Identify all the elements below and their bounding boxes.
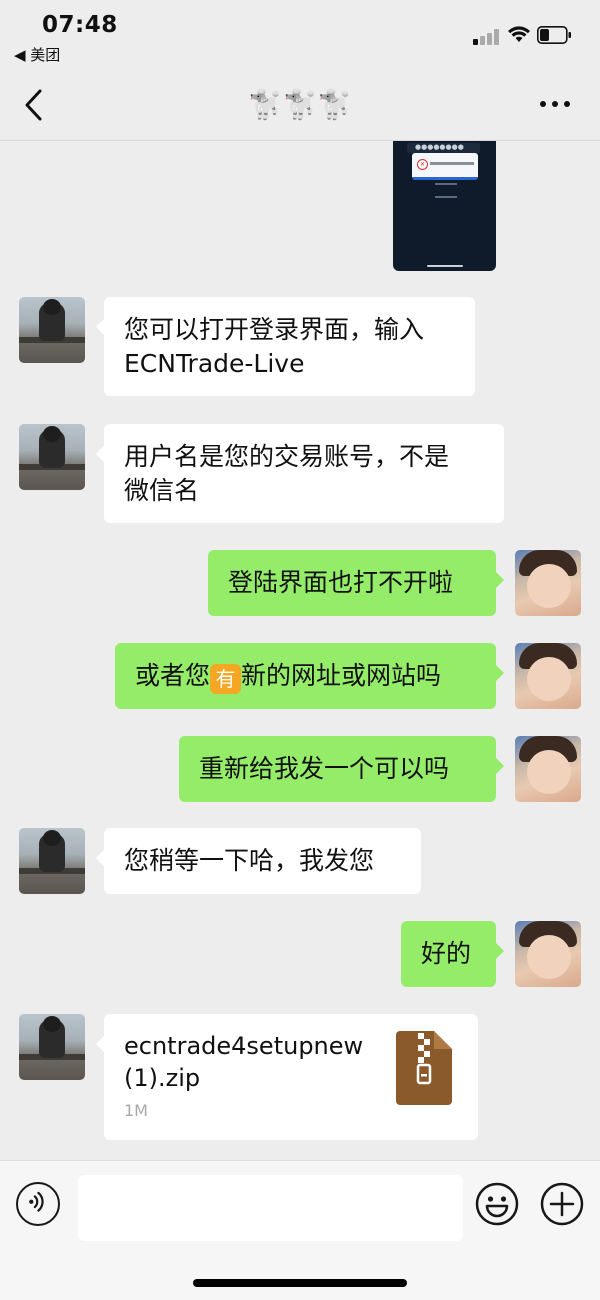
status-time: 07:48 xyxy=(42,12,118,38)
cellular-signal-icon xyxy=(473,28,501,45)
file-name: ecntrade4setupnew (1).zip xyxy=(124,1032,364,1092)
outgoing-message-bubble[interactable]: 或者您有新的网址或网站吗 xyxy=(115,643,504,709)
message-text: 或者您 xyxy=(135,661,211,690)
chat-title: 🐩🐩🐩 xyxy=(247,88,353,121)
message-text: 新的网址或网站吗 xyxy=(241,661,442,690)
voice-input-button[interactable] xyxy=(16,1182,60,1226)
chat-message-list[interactable]: ●●●●●●●● ✕ 您可以打开登录界面，输入 ECNTrade-Live 用户… xyxy=(0,141,600,1159)
outgoing-message-bubble[interactable]: 登陆界面也打不开啦 xyxy=(208,550,504,616)
my-avatar[interactable] xyxy=(515,643,581,709)
chat-header: 🐩🐩🐩 xyxy=(0,70,600,141)
message-text-input[interactable] xyxy=(78,1175,463,1241)
zip-file-icon xyxy=(396,1031,452,1105)
battery-icon xyxy=(537,26,571,44)
home-indicator[interactable] xyxy=(193,1279,407,1287)
my-avatar[interactable] xyxy=(515,921,581,987)
error-alert-thumbnail: ✕ xyxy=(412,153,478,180)
more-options-icon[interactable] xyxy=(540,101,570,109)
my-avatar[interactable] xyxy=(515,736,581,802)
contact-avatar[interactable] xyxy=(19,424,85,490)
error-icon: ✕ xyxy=(417,159,428,170)
outgoing-message-bubble[interactable]: 好的 xyxy=(401,921,504,987)
you-emoji-badge: 有 xyxy=(210,664,242,694)
add-more-icon[interactable] xyxy=(540,1182,584,1226)
wifi-icon xyxy=(508,26,530,42)
voice-wave-icon xyxy=(29,1191,44,1212)
file-message-card[interactable]: ecntrade4setupnew (1).zip 1M xyxy=(96,1014,478,1140)
image-message[interactable]: ●●●●●●●● ✕ xyxy=(393,141,496,271)
emoji-icon[interactable] xyxy=(475,1182,519,1226)
contact-avatar[interactable] xyxy=(19,1014,85,1080)
file-size: 1M xyxy=(124,1101,148,1120)
contact-avatar[interactable] xyxy=(19,297,85,363)
status-bar: 07:48 ◀ 美团 xyxy=(0,0,600,70)
my-avatar[interactable] xyxy=(515,550,581,616)
incoming-message-bubble[interactable]: 您稍等一下哈，我发您 xyxy=(96,828,421,894)
message-input-bar xyxy=(0,1160,600,1300)
outgoing-message-bubble[interactable]: 重新给我发一个可以吗 xyxy=(179,736,504,802)
incoming-message-bubble[interactable]: 您可以打开登录界面，输入 ECNTrade-Live xyxy=(96,297,475,396)
incoming-message-bubble[interactable]: 用户名是您的交易账号，不是 微信名 xyxy=(96,424,504,523)
contact-avatar[interactable] xyxy=(19,828,85,894)
password-dots: ●●●●●●●● xyxy=(415,143,464,151)
back-to-app-link[interactable]: ◀ 美团 xyxy=(14,44,60,65)
